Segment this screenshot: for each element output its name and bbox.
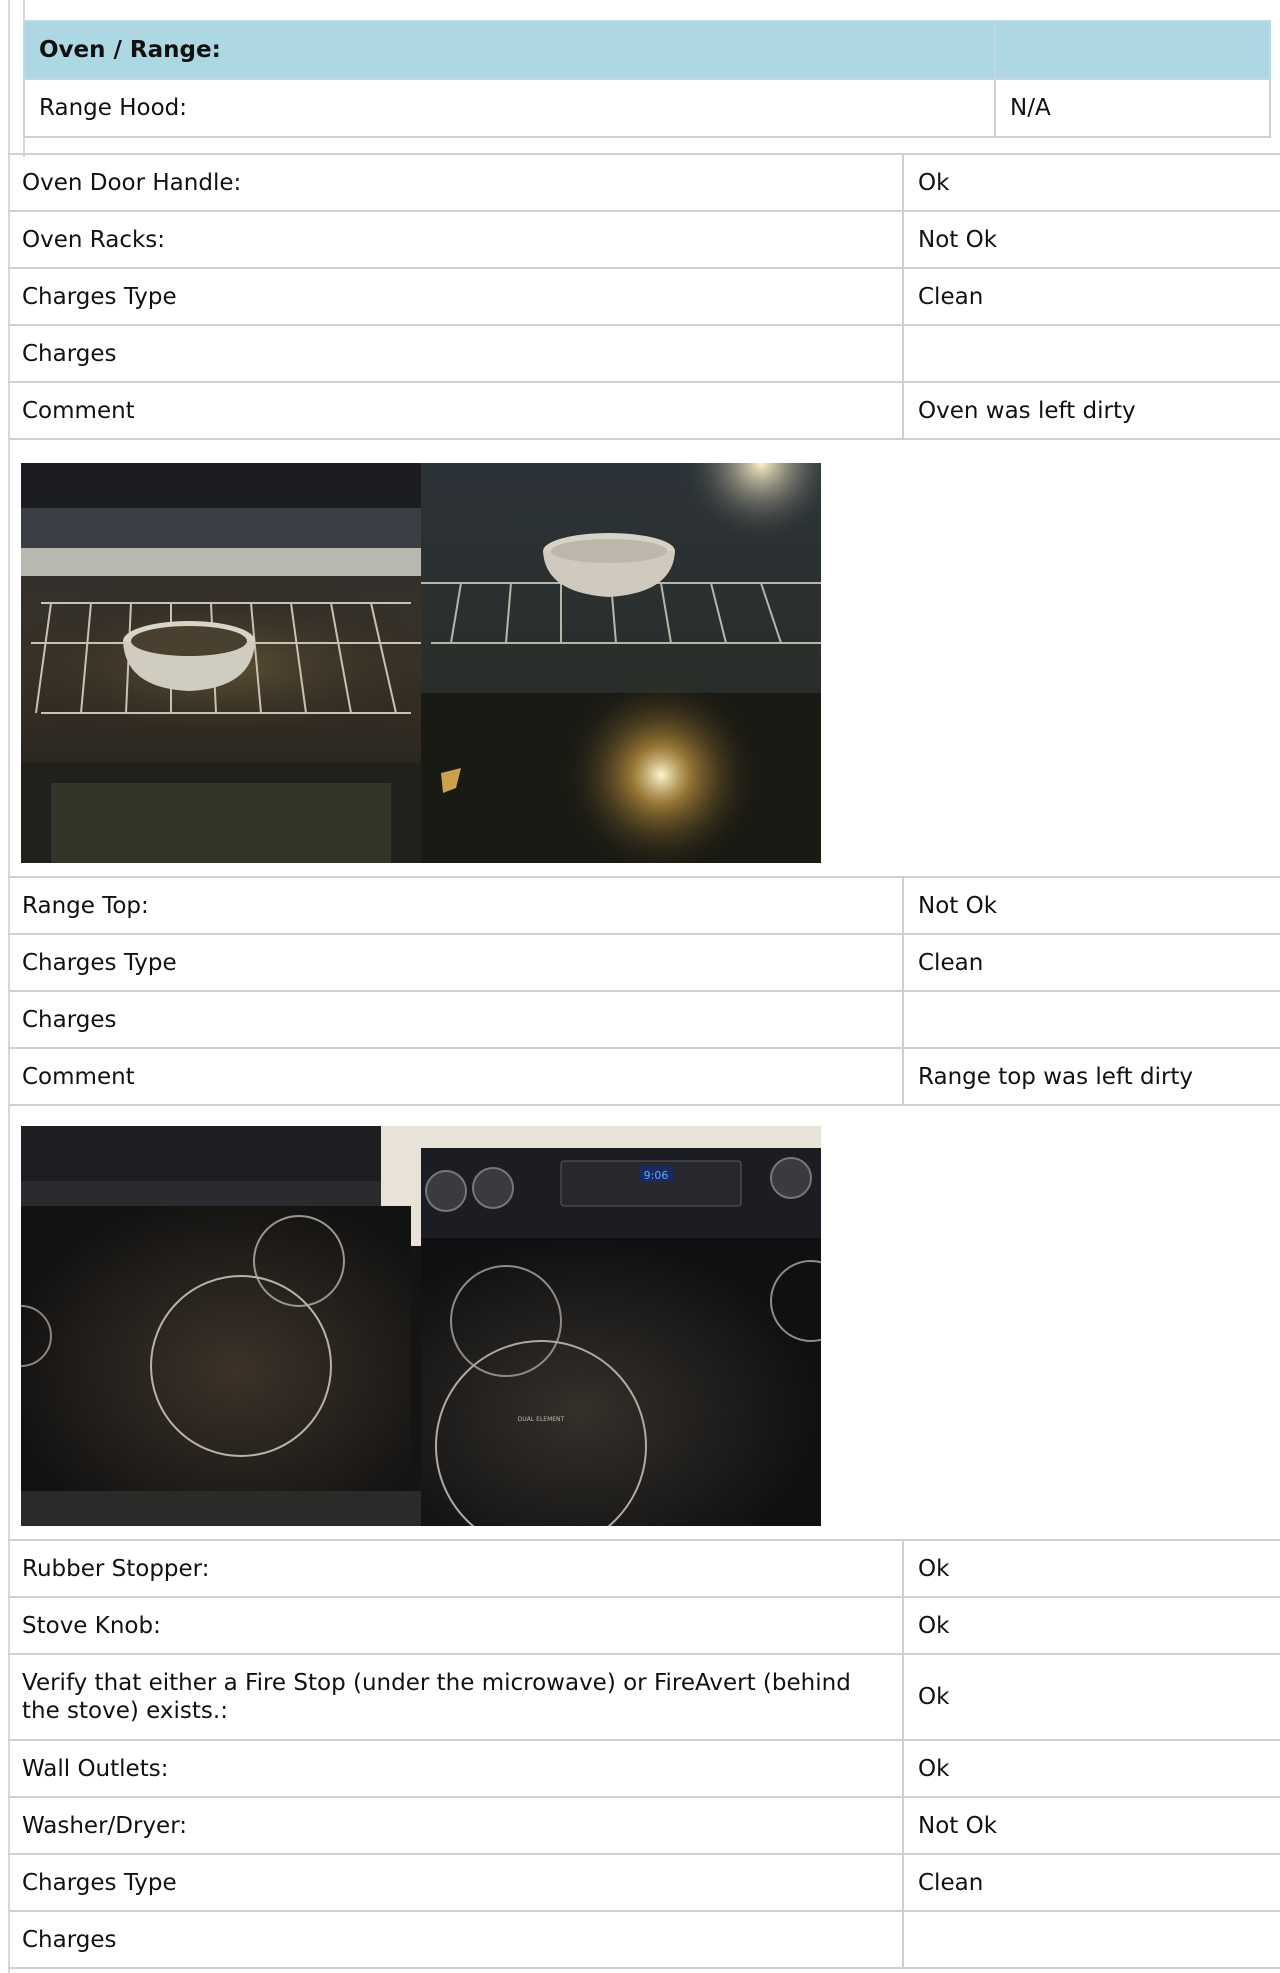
table-row: Wall Outlets: Ok bbox=[8, 1739, 1280, 1798]
row-value: Ok bbox=[902, 1539, 1280, 1598]
oven-clock-display: 9:06 bbox=[644, 1169, 669, 1182]
table-row: Verify that either a Fire Stop (under th… bbox=[8, 1653, 1280, 1741]
row-value: Clean bbox=[902, 267, 1280, 326]
row-label: Charges Type bbox=[8, 1853, 903, 1912]
oven-photos bbox=[21, 463, 821, 863]
row-label: Charges Type bbox=[8, 267, 903, 326]
row-value: Not Ok bbox=[902, 1796, 1280, 1855]
row-label: Charges Type bbox=[8, 933, 903, 992]
row-value: Clean bbox=[902, 933, 1280, 992]
table-row: Oven Racks: Not Ok bbox=[8, 210, 1280, 269]
table-row: Oven Door Handle: Ok bbox=[8, 153, 1280, 212]
table-row: Washer/Dryer: Not Ok bbox=[8, 1796, 1280, 1855]
table-row: Charges bbox=[8, 324, 1280, 383]
row-label: Charges bbox=[8, 324, 903, 383]
section-title: Oven / Range: bbox=[23, 20, 996, 80]
row-value bbox=[902, 1910, 1280, 1969]
section-header-row: Oven / Range: bbox=[23, 20, 1271, 80]
row-value: Not Ok bbox=[902, 210, 1280, 269]
range-hood-value: N/A bbox=[994, 78, 1271, 138]
row-value bbox=[902, 990, 1280, 1049]
table-row: Charges Type Clean bbox=[8, 267, 1280, 326]
row-value bbox=[902, 324, 1280, 383]
row-value: Ok bbox=[902, 1653, 1280, 1741]
table-row: Comment Range top was left dirty bbox=[8, 1047, 1280, 1106]
row-label: Verify that either a Fire Stop (under th… bbox=[8, 1653, 903, 1741]
misc-table: Rubber Stopper: Ok Stove Knob: Ok Verify… bbox=[8, 1539, 1280, 1969]
row-label: Wall Outlets: bbox=[8, 1739, 903, 1798]
table-row: Charges bbox=[8, 1910, 1280, 1969]
row-label: Rubber Stopper: bbox=[8, 1539, 903, 1598]
row-value: Ok bbox=[902, 153, 1280, 212]
row-label: Stove Knob: bbox=[8, 1596, 903, 1655]
dual-element-label: DUAL ELEMENT bbox=[518, 1416, 565, 1423]
row-value: Clean bbox=[902, 1853, 1280, 1912]
range-top-photos: 9:06 DUAL ELEMENT bbox=[21, 1126, 821, 1526]
row-label: Oven Racks: bbox=[8, 210, 903, 269]
row-label: Comment bbox=[8, 381, 903, 440]
row-label: Charges bbox=[8, 1910, 903, 1969]
row-value: Range top was left dirty bbox=[902, 1047, 1280, 1106]
oven-range-header-table: Oven / Range: Range Hood: N/A bbox=[23, 20, 1271, 138]
oven-photo-1[interactable] bbox=[21, 463, 421, 863]
row-label: Washer/Dryer: bbox=[8, 1796, 903, 1855]
row-label: Range Top: bbox=[8, 876, 903, 935]
range-hood-label: Range Hood: bbox=[23, 78, 996, 138]
table-row: Charges Type Clean bbox=[8, 933, 1280, 992]
oven-photo-2[interactable] bbox=[421, 463, 821, 863]
row-label: Oven Door Handle: bbox=[8, 153, 903, 212]
table-row: Rubber Stopper: Ok bbox=[8, 1539, 1280, 1598]
table-row: Charges bbox=[8, 990, 1280, 1049]
oven-table: Oven Door Handle: Ok Oven Racks: Not Ok … bbox=[8, 153, 1280, 440]
row-value: Not Ok bbox=[902, 876, 1280, 935]
range-top-photo-2[interactable]: 9:06 DUAL ELEMENT bbox=[421, 1126, 821, 1526]
row-value: Ok bbox=[902, 1596, 1280, 1655]
table-row: Range Top: Not Ok bbox=[8, 876, 1280, 935]
table-row: Comment Oven was left dirty bbox=[8, 381, 1280, 440]
table-row: Stove Knob: Ok bbox=[8, 1596, 1280, 1655]
row-value: Oven was left dirty bbox=[902, 381, 1280, 440]
table-row: Charges Type Clean bbox=[8, 1853, 1280, 1912]
range-top-table: Range Top: Not Ok Charges Type Clean Cha… bbox=[8, 876, 1280, 1106]
range-top-photo-1[interactable] bbox=[21, 1126, 421, 1526]
table-row: Range Hood: N/A bbox=[23, 78, 1271, 138]
row-label: Comment bbox=[8, 1047, 903, 1106]
row-value: Ok bbox=[902, 1739, 1280, 1798]
section-header-value bbox=[994, 20, 1271, 80]
row-label: Charges bbox=[8, 990, 903, 1049]
